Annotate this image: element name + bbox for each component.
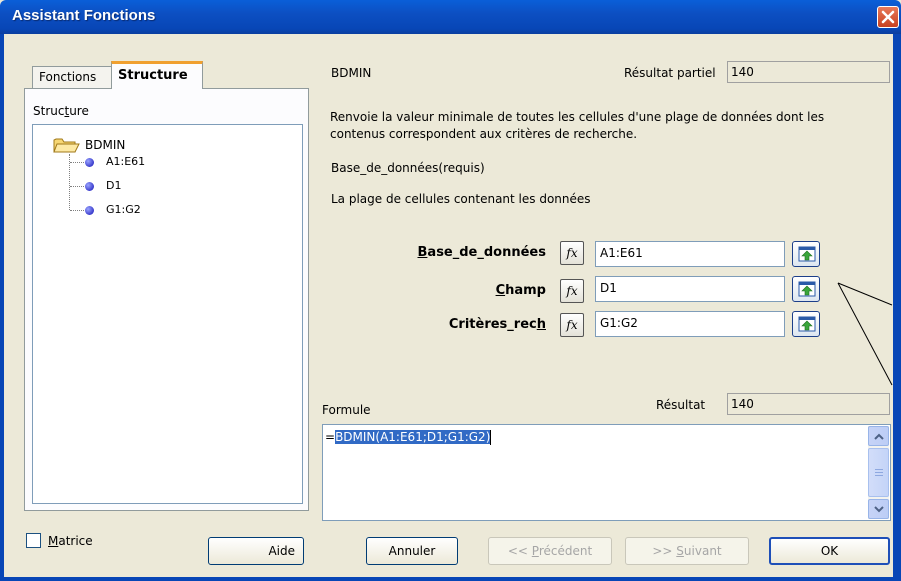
current-argument-name: Base_de_données(requis)	[331, 161, 485, 175]
next-button[interactable]: >> Suivant	[625, 537, 749, 565]
previous-button-text: récédent	[538, 544, 593, 558]
scroll-thumb[interactable]	[868, 448, 889, 497]
tree-item-a1-e61[interactable]: A1:E61	[106, 155, 145, 168]
arg-label-mnemonic: B	[417, 245, 428, 260]
arg-input-criteres-rech[interactable]: G1:G2	[595, 311, 785, 337]
current-argument-description: La plage de cellules contenant les donné…	[331, 192, 591, 206]
tree-connector	[70, 186, 84, 187]
formula-label: Formule	[322, 403, 371, 417]
close-button[interactable]	[877, 6, 899, 28]
previous-button-prefix: <<	[507, 544, 532, 558]
argument-dot-icon	[85, 182, 94, 191]
result-value: 140	[727, 393, 890, 415]
window-border-left	[0, 34, 4, 581]
tree-connector	[70, 210, 84, 211]
tree-connector	[70, 162, 84, 163]
formula-selection: BDMIN(A1:E61;D1;G1:G2)	[335, 430, 491, 444]
matrix-label-mnemonic: M	[48, 534, 59, 548]
function-name: BDMIN	[331, 66, 372, 80]
grip-line	[875, 472, 883, 473]
next-button-prefix: >>	[652, 544, 677, 558]
formula-equals: =	[325, 430, 336, 444]
argument-dot-icon	[85, 206, 94, 215]
arg-label-text: ase_de_données	[427, 245, 546, 260]
partial-result-value: 140	[727, 61, 890, 83]
tree-item-g1-g2[interactable]: G1:G2	[106, 203, 141, 216]
matrix-label[interactable]: Matrice	[48, 534, 93, 548]
folder-open-icon	[53, 136, 81, 154]
shrink-dialog-icon	[798, 246, 816, 262]
close-icon	[881, 10, 895, 24]
next-button-text: uivant	[683, 544, 722, 558]
shrink-button-base-de-donnees[interactable]	[792, 241, 820, 267]
help-button[interactable]: Aide	[208, 537, 304, 565]
window-border-bottom	[0, 577, 901, 581]
annotation-lines	[837, 282, 893, 386]
tree-root-bdmin[interactable]: BDMIN	[85, 138, 125, 152]
arg-label-text: Critères_rec	[448, 317, 537, 332]
shrink-dialog-icon	[798, 281, 816, 297]
grip-line	[875, 469, 883, 470]
matrix-checkbox[interactable]	[26, 533, 41, 548]
arg-input-base-de-donnees[interactable]: A1:E61	[595, 241, 785, 267]
formula-content[interactable]: =BDMIN(A1:E61;D1;G1:G2)	[325, 430, 492, 445]
matrix-label-text: atrice	[58, 534, 93, 548]
shrink-button-champ[interactable]	[792, 276, 820, 302]
arg-label-champ: Champ	[496, 283, 546, 298]
arg-input-champ[interactable]: D1	[595, 276, 785, 302]
arg-label-text: hamp	[505, 283, 546, 298]
scroll-down-button[interactable]	[868, 499, 889, 519]
window-title: Assistant Fonctions	[12, 7, 156, 24]
function-fx-icon: fx	[566, 246, 578, 260]
fx-button-champ[interactable]: fx	[560, 279, 584, 303]
function-fx-icon: fx	[566, 318, 578, 332]
ok-button[interactable]: OK	[769, 537, 890, 565]
argument-dot-icon	[85, 158, 94, 167]
chevron-down-icon	[874, 506, 884, 513]
function-fx-icon: fx	[566, 284, 578, 298]
window-border-right	[893, 34, 901, 581]
arg-label-mnemonic: h	[536, 317, 546, 332]
next-button-mnemonic: S	[676, 544, 684, 558]
cancel-button[interactable]: Annuler	[366, 537, 458, 565]
text-caret	[490, 430, 492, 445]
fx-button-base-de-donnees[interactable]: fx	[560, 241, 584, 265]
function-description: Renvoie la valeur minimale de toutes les…	[330, 110, 825, 141]
result-label: Résultat	[656, 398, 706, 412]
tree-item-d1[interactable]: D1	[106, 179, 121, 192]
arg-label-criteres-rech: Critères_rech	[449, 317, 546, 332]
arg-label-base-de-donnees: Base_de_données	[418, 245, 547, 260]
structure-label-mnemonic: t	[64, 104, 70, 118]
chevron-up-icon	[874, 433, 884, 440]
previous-button-mnemonic: P	[531, 544, 539, 558]
grip-line	[875, 475, 883, 476]
shrink-dialog-icon	[798, 316, 816, 332]
tab-structure[interactable]: Structure	[111, 61, 203, 89]
fx-button-criteres-rech[interactable]: fx	[560, 313, 584, 337]
previous-button[interactable]: << Précédent	[488, 537, 612, 565]
scroll-up-button[interactable]	[868, 426, 889, 446]
shrink-button-criteres-rech[interactable]	[792, 311, 820, 337]
tab-fonctions[interactable]: Fonctions	[32, 66, 112, 88]
partial-result-label: Résultat partiel	[624, 66, 716, 80]
title-bar[interactable]: Assistant Fonctions	[0, 0, 901, 34]
formula-scrollbar[interactable]	[868, 426, 889, 519]
structure-label: Structure	[33, 104, 89, 118]
arg-label-mnemonic: C	[495, 283, 506, 298]
structure-tree[interactable]	[32, 124, 303, 504]
